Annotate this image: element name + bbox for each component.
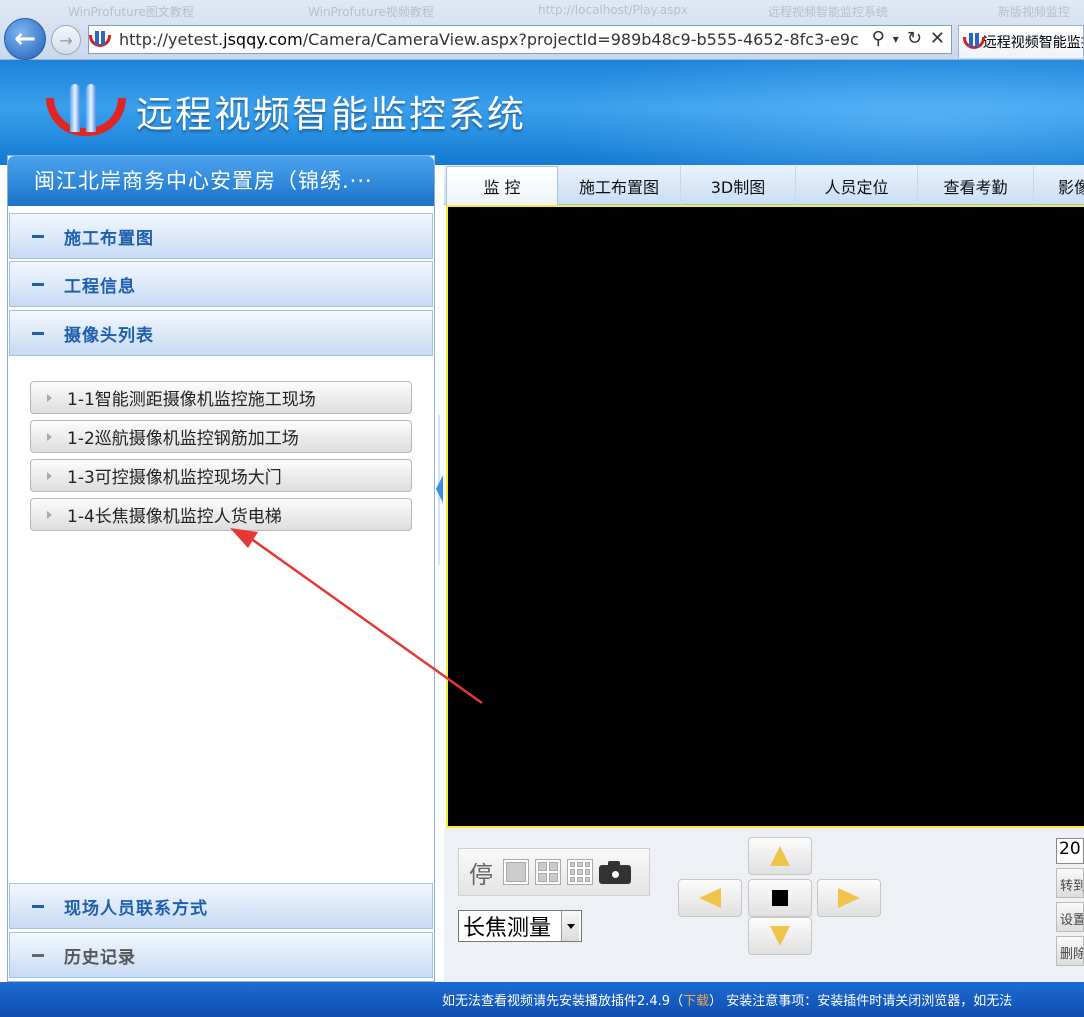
main-content: 监 控 施工布置图 3D制图 人员定位 查看考勤 影像 停 长焦测量 20 转到… xyxy=(444,165,1084,982)
camera-label: 1-1智能测距摄像机监控施工现场 xyxy=(67,390,316,410)
background-tab[interactable]: WinProfuture图文教程 xyxy=(48,0,283,20)
section-label: 现场人员联系方式 xyxy=(64,898,208,919)
footer-notice: 如无法查看视频请先安装播放插件2.4.9（下载） 安装注意事项：安装插件时请关闭… xyxy=(0,982,1084,1017)
arrow-down-icon xyxy=(770,926,790,946)
tab-attendance[interactable]: 查看考勤 xyxy=(918,166,1034,205)
tab-personnel-location[interactable]: 人员定位 xyxy=(796,166,918,205)
section-staff-contacts[interactable]: 现场人员联系方式 xyxy=(9,883,433,929)
camera-item[interactable]: 1-4长焦摄像机监控人货电梯 xyxy=(30,498,412,531)
collapse-left-icon[interactable] xyxy=(436,475,443,503)
tab-favicon-icon xyxy=(963,33,985,51)
tab-3d-drawing[interactable]: 3D制图 xyxy=(681,166,796,205)
section-label: 施工布置图 xyxy=(64,228,154,249)
back-arrow-icon: ← xyxy=(14,24,36,54)
goto-button[interactable]: 转到 xyxy=(1056,868,1084,898)
delete-button[interactable]: 删除 xyxy=(1056,936,1084,966)
back-button[interactable]: ← xyxy=(4,18,46,60)
app-title: 远程视频智能监控系统 xyxy=(136,93,526,136)
browser-toolbar: WinProfuture图文教程 WinProfuture视频教程 http:/… xyxy=(0,0,1084,60)
expand-arrow-icon xyxy=(47,471,52,480)
chevron-down-icon[interactable] xyxy=(561,911,579,941)
ptz-up-button[interactable] xyxy=(748,837,812,875)
collapse-icon xyxy=(32,234,44,238)
background-tab[interactable]: WinProfuture视频教程 xyxy=(288,0,523,20)
expand-arrow-icon xyxy=(47,393,52,402)
video-viewport[interactable] xyxy=(446,205,1084,828)
stop-button[interactable]: 停 xyxy=(469,855,493,890)
preset-input[interactable]: 20 xyxy=(1056,838,1084,864)
ptz-down-button[interactable] xyxy=(748,917,812,955)
footer-text: 如无法查看视频请先安装播放插件2.4.9（ xyxy=(442,994,684,1009)
footer-text: ） 安装注意事项：安装插件时请关闭浏览器，如无法 xyxy=(709,994,1013,1009)
left-sidebar: 闽江北岸商务中心安置房（锦绣.··· 施工布置图 工程信息 摄像头列表 1-1智… xyxy=(7,155,435,982)
section-camera-list[interactable]: 摄像头列表 xyxy=(9,310,433,356)
section-label: 历史记录 xyxy=(64,947,136,968)
mode-select[interactable]: 长焦测量 xyxy=(458,910,582,942)
section-layout-plan[interactable]: 施工布置图 xyxy=(9,213,433,259)
tab-images[interactable]: 影像 xyxy=(1034,166,1084,205)
collapse-icon xyxy=(32,282,44,286)
panel-splitter[interactable] xyxy=(435,415,443,565)
nine-view-icon[interactable] xyxy=(567,859,593,885)
collapse-icon xyxy=(32,331,44,335)
refresh-icon[interactable]: ↻ xyxy=(907,28,922,49)
snapshot-camera-icon[interactable] xyxy=(599,860,631,884)
ptz-stop-button[interactable] xyxy=(748,879,812,917)
address-bar[interactable]: http://yetest.jsqqy.com/Camera/CameraVie… xyxy=(88,25,952,54)
stop-square-icon xyxy=(772,890,788,906)
camera-list: 1-1智能测距摄像机监控施工现场 1-2巡航摄像机监控钢筋加工场 1-3可控摄像… xyxy=(30,381,412,537)
forward-button[interactable]: → xyxy=(51,25,81,55)
camera-label: 1-3可控摄像机监控现场大门 xyxy=(67,468,282,488)
tab-bar: 监 控 施工布置图 3D制图 人员定位 查看考勤 影像 xyxy=(444,165,1084,205)
set-button[interactable]: 设置 xyxy=(1056,902,1084,932)
expand-arrow-icon xyxy=(47,432,52,441)
ptz-right-button[interactable] xyxy=(817,879,881,917)
section-project-info[interactable]: 工程信息 xyxy=(9,261,433,307)
single-view-icon[interactable] xyxy=(503,859,529,885)
search-icon[interactable]: ⚲ xyxy=(872,28,885,49)
camera-item[interactable]: 1-3可控摄像机监控现场大门 xyxy=(30,459,412,492)
project-title: 闽江北岸商务中心安置房（锦绣.··· xyxy=(8,156,434,206)
background-tab[interactable]: 远程视频智能监控系统 xyxy=(748,0,983,20)
camera-item[interactable]: 1-1智能测距摄像机监控施工现场 xyxy=(30,381,412,414)
tab-monitor[interactable]: 监 控 xyxy=(446,166,558,205)
background-tab[interactable]: http://localhost/Play.aspx xyxy=(518,0,753,20)
ptz-left-button[interactable] xyxy=(678,879,742,917)
url-text[interactable]: http://yetest.jsqqy.com/Camera/CameraVie… xyxy=(119,30,859,49)
background-tabs: WinProfuture图文教程 WinProfuture视频教程 http:/… xyxy=(48,0,1084,20)
view-toolbar: 停 xyxy=(458,848,650,896)
browser-tab-title: 远程视频智能监控系统 xyxy=(982,35,1083,51)
collapse-icon xyxy=(32,904,44,908)
dropdown-icon[interactable]: ▾ xyxy=(893,28,899,49)
expand-arrow-icon xyxy=(47,510,52,519)
section-label: 摄像头列表 xyxy=(64,325,154,346)
download-link[interactable]: 下载 xyxy=(683,994,709,1009)
app-header: 远程视频智能监控系统 xyxy=(0,60,1084,165)
mode-select-value: 长焦测量 xyxy=(463,916,552,941)
camera-item[interactable]: 1-2巡航摄像机监控钢筋加工场 xyxy=(30,420,412,453)
control-panel: 停 长焦测量 20 转到 设置 删除 xyxy=(444,828,1084,982)
background-tab[interactable]: 新版视频监控 xyxy=(978,0,1084,20)
forward-arrow-icon: → xyxy=(59,30,73,50)
tab-layout-plan[interactable]: 施工布置图 xyxy=(558,166,681,205)
browser-tab-active[interactable]: 远程视频智能监控系统 xyxy=(958,25,1084,58)
site-favicon-icon xyxy=(89,30,111,49)
quad-view-icon[interactable] xyxy=(535,859,561,885)
section-history[interactable]: 历史记录 xyxy=(9,932,433,978)
app-logo-icon xyxy=(46,80,126,140)
camera-label: 1-2巡航摄像机监控钢筋加工场 xyxy=(67,429,299,449)
arrow-left-icon xyxy=(699,888,721,908)
camera-label: 1-4长焦摄像机监控人货电梯 xyxy=(67,507,282,527)
close-icon[interactable]: ✕ xyxy=(930,28,945,49)
arrow-right-icon xyxy=(838,888,860,908)
collapse-icon xyxy=(32,953,44,957)
section-label: 工程信息 xyxy=(64,276,136,297)
arrow-up-icon xyxy=(770,846,790,866)
